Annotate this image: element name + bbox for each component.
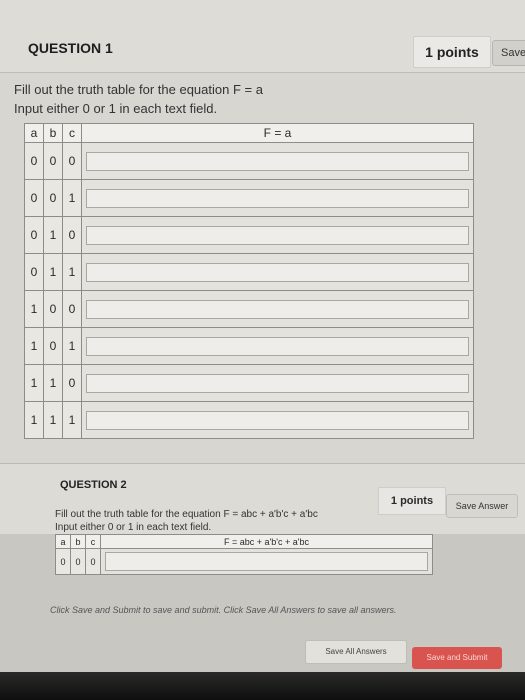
cell-a: 0	[24, 253, 44, 291]
header-b: b	[70, 534, 86, 549]
cell-b: 0	[43, 179, 63, 217]
cell-b: 0	[43, 290, 63, 328]
cell-a: 0	[24, 142, 44, 180]
answer-input[interactable]	[86, 336, 469, 356]
cell-b: 1	[43, 253, 63, 291]
answer-cell	[81, 290, 474, 328]
answer-input[interactable]	[105, 552, 428, 571]
table-row: 0 0 0	[24, 142, 474, 180]
cell-c: 1	[62, 327, 82, 365]
header-c: c	[85, 534, 101, 549]
answer-input[interactable]	[86, 151, 469, 171]
cell-b: 1	[43, 401, 63, 439]
question-2-save-answer-button[interactable]: Save Answer	[446, 494, 518, 518]
header-f: F = abc + a'b'c + a'bc	[100, 534, 433, 549]
question-1-prompt: Fill out the truth table for the equatio…	[14, 82, 263, 97]
answer-cell	[81, 253, 474, 291]
cell-c: 0	[62, 142, 82, 180]
table-row: 0 0 0	[55, 548, 433, 575]
header-f: F = a	[81, 123, 474, 143]
answer-cell	[81, 364, 474, 402]
cell-b: 1	[43, 216, 63, 254]
answer-cell	[100, 548, 433, 575]
question-2-points: 1 points	[378, 487, 446, 515]
answer-cell	[81, 401, 474, 439]
question-2-instructions: Input either 0 or 1 in each text field.	[55, 522, 212, 533]
answer-input[interactable]	[86, 225, 469, 245]
cell-b: 0	[43, 142, 63, 180]
answer-cell	[81, 327, 474, 365]
save-and-submit-button[interactable]: Save and Submit	[412, 647, 502, 669]
answer-input[interactable]	[86, 262, 469, 282]
answer-cell	[81, 142, 474, 180]
footer-note: Click Save and Submit to save and submit…	[50, 605, 397, 615]
screen-bezel	[0, 672, 525, 700]
answer-input[interactable]	[86, 299, 469, 319]
question-1-instructions: Input either 0 or 1 in each text field.	[14, 101, 218, 116]
table-row: 1 0 1	[24, 327, 474, 365]
question-1-save-button[interactable]: Save	[492, 40, 525, 66]
cell-a: 1	[24, 290, 44, 328]
question-1-title: QUESTION 1	[28, 40, 113, 56]
save-all-answers-button[interactable]: Save All Answers	[305, 640, 407, 664]
cell-c: 0	[62, 364, 82, 402]
answer-input[interactable]	[86, 410, 469, 430]
truth-table-header-row: a b c F = a	[24, 123, 474, 143]
cell-c: 0	[62, 216, 82, 254]
table-row: 0 1 0	[24, 216, 474, 254]
question-2-title: QUESTION 2	[60, 479, 127, 491]
question-2-prompt: Fill out the truth table for the equatio…	[55, 509, 318, 520]
question-1-points: 1 points	[413, 36, 491, 68]
header-a: a	[55, 534, 71, 549]
header-b: b	[43, 123, 63, 143]
cell-c: 1	[62, 401, 82, 439]
cell-a: 0	[24, 179, 44, 217]
cell-c: 1	[62, 179, 82, 217]
table-row: 1 0 0	[24, 290, 474, 328]
truth-table-1: a b c F = a 0 0 0 0 0 1 0 1 0 0 1 1 1 0 …	[24, 123, 474, 439]
cell-a: 1	[24, 364, 44, 402]
header-a: a	[24, 123, 44, 143]
answer-cell	[81, 216, 474, 254]
cell-a: 1	[24, 327, 44, 365]
table-row: 0 0 1	[24, 179, 474, 217]
cell-b: 1	[43, 364, 63, 402]
truth-table-header-row: a b c F = abc + a'b'c + a'bc	[55, 534, 433, 549]
table-row: 0 1 1	[24, 253, 474, 291]
header-c: c	[62, 123, 82, 143]
table-row: 1 1 0	[24, 364, 474, 402]
cell-c: 0	[62, 290, 82, 328]
cell-a: 1	[24, 401, 44, 439]
truth-table-2: a b c F = abc + a'b'c + a'bc 0 0 0	[55, 534, 433, 575]
cell-b: 0	[70, 548, 86, 575]
cell-c: 1	[62, 253, 82, 291]
cell-a: 0	[55, 548, 71, 575]
table-row: 1 1 1	[24, 401, 474, 439]
answer-input[interactable]	[86, 373, 469, 393]
cell-c: 0	[85, 548, 101, 575]
answer-cell	[81, 179, 474, 217]
cell-b: 0	[43, 327, 63, 365]
answer-input[interactable]	[86, 188, 469, 208]
cell-a: 0	[24, 216, 44, 254]
